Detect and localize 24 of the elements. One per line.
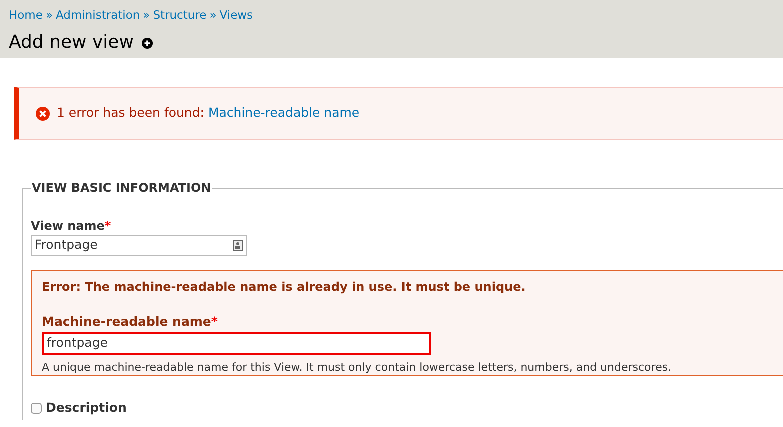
required-mark: *: [211, 314, 218, 329]
error-link[interactable]: Machine-readable name: [208, 105, 360, 120]
breadcrumb-separator: »: [143, 8, 150, 22]
breadcrumb-separator: »: [46, 8, 54, 22]
contact-card-icon[interactable]: [233, 240, 243, 251]
field-value: Frontpage: [35, 236, 99, 254]
breadcrumb-separator: »: [210, 8, 217, 22]
field-description: A unique machine-readable name for this View. It must only contain lowercase letters, numbers, and underscores.: [42, 360, 673, 376]
field-error-text: Error: The machine-readable name is already in use. It must be unique.: [42, 279, 527, 296]
text-field[interactable]: Frontpage: [31, 235, 247, 256]
breadcrumb-link[interactable]: Administration: [56, 8, 140, 22]
breadcrumb-link[interactable]: Views: [220, 8, 254, 22]
field-label: Machine-readable name*: [42, 313, 219, 331]
field-label: View name*: [31, 218, 112, 235]
breadcrumb-link[interactable]: Home: [9, 8, 43, 22]
checkbox[interactable]: [31, 402, 42, 414]
machine-name-field[interactable]: frontpage: [42, 332, 431, 355]
error-icon: [36, 106, 50, 120]
required-mark: *: [104, 219, 112, 233]
add-shortcut-icon[interactable]: [142, 38, 153, 50]
breadcrumb-link[interactable]: Structure: [153, 8, 207, 22]
checkbox-label[interactable]: Description: [46, 399, 127, 418]
error-text: 1 error has been found: Machine-readable name: [57, 104, 360, 122]
page-title: Add new view: [9, 32, 134, 54]
